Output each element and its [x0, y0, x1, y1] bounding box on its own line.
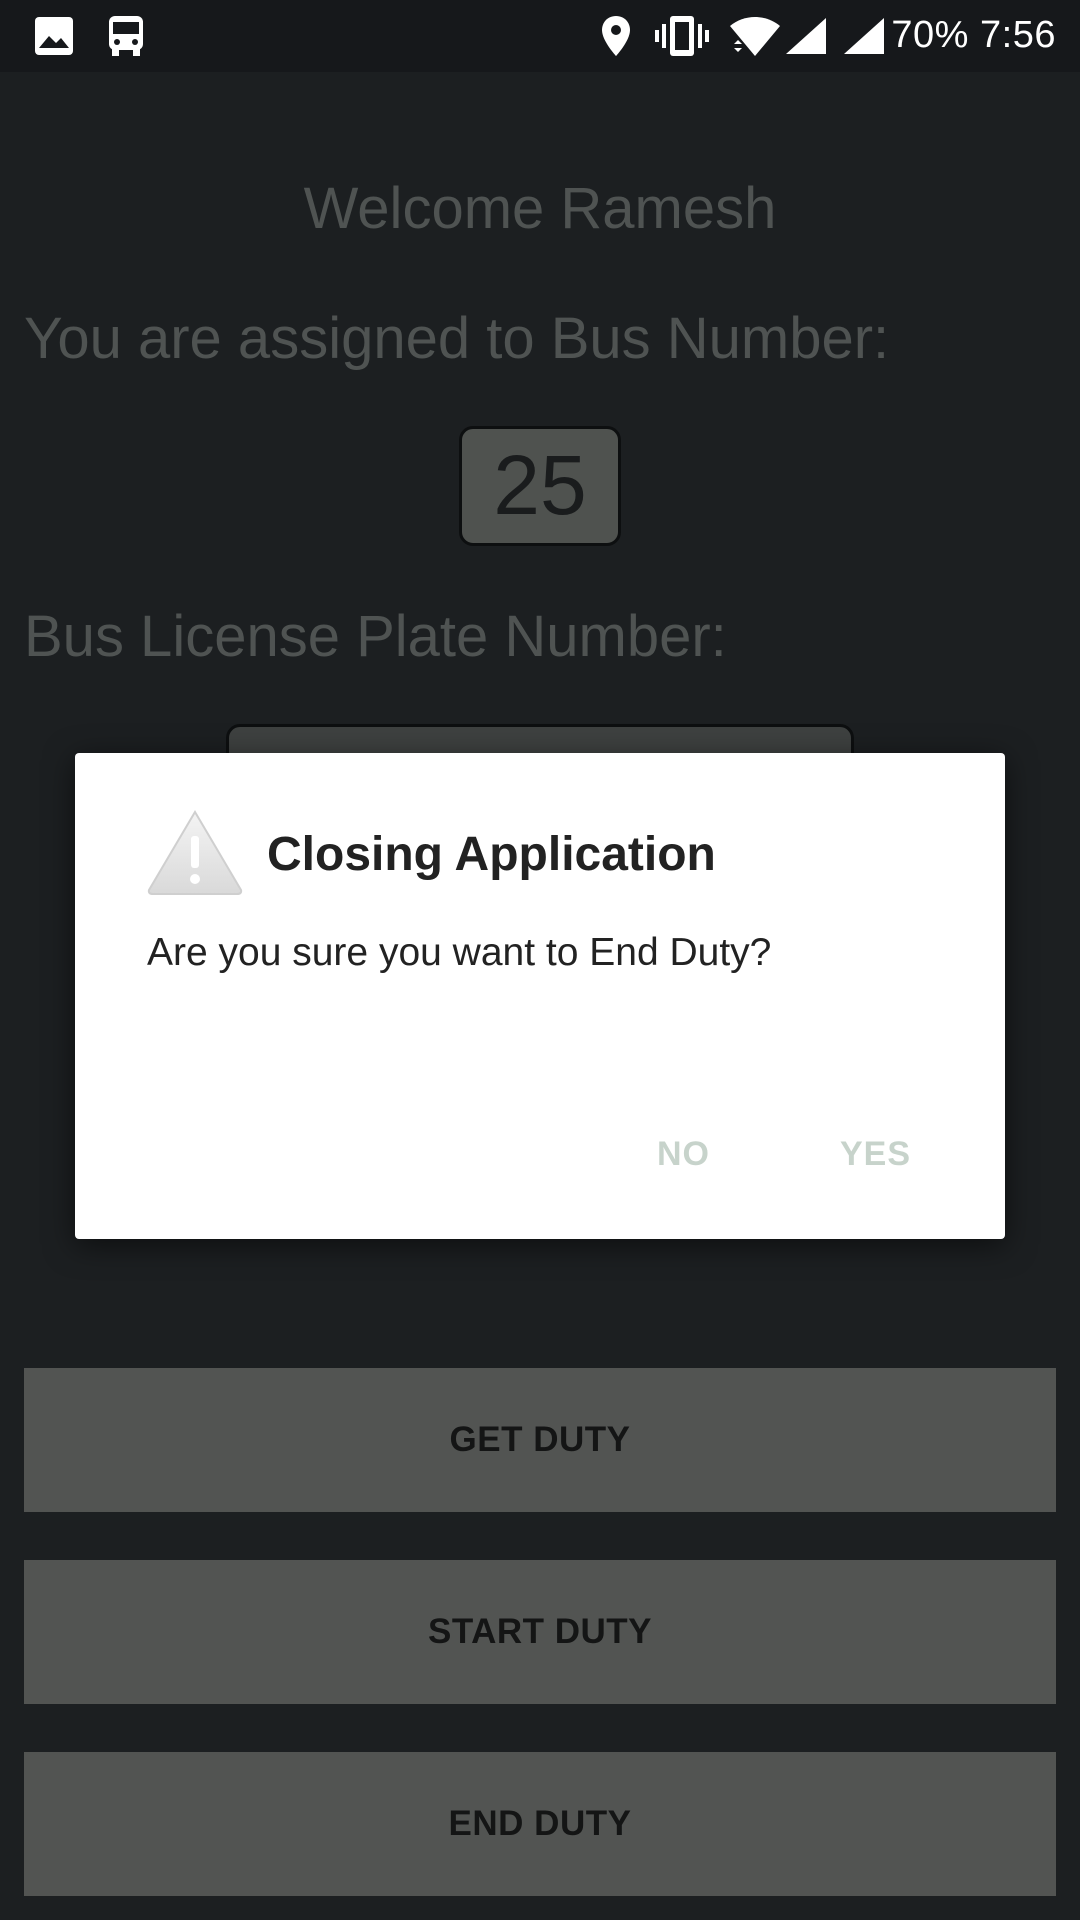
end-duty-button[interactable]: END DUTY: [24, 1752, 1056, 1896]
location-icon: [602, 16, 630, 56]
wifi-icon: [730, 17, 780, 56]
plate-label: Bus License Plate Number:: [24, 604, 727, 669]
dialog-title: Closing Application: [267, 828, 716, 881]
clock: 7:56: [980, 14, 1056, 56]
signal-icon: [844, 18, 884, 54]
welcome-text: Welcome Ramesh: [303, 176, 777, 241]
bus-number-field: 25: [459, 426, 621, 546]
bus-icon: [109, 16, 143, 56]
dialog-message: Are you sure you want to End Duty?: [147, 931, 772, 974]
start-duty-button[interactable]: START DUTY: [24, 1560, 1056, 1704]
image-icon: [35, 17, 73, 55]
screen: 70% 7:56 Welcome Ramesh You are assigned…: [0, 0, 1080, 1920]
assigned-label: You are assigned to Bus Number:: [24, 306, 890, 371]
yes-button[interactable]: YES: [840, 1135, 911, 1174]
vibrate-icon: [655, 16, 709, 56]
battery-percent: 70%: [891, 14, 969, 56]
signal-icon: [786, 18, 826, 54]
warning-icon: [147, 810, 243, 895]
get-duty-button[interactable]: GET DUTY: [24, 1368, 1056, 1512]
confirm-dialog: Closing Application Are you sure you wan…: [75, 753, 1005, 1239]
status-battery-time: 70% 7:56: [891, 14, 1056, 57]
status-bar: 70% 7:56: [0, 0, 1080, 72]
no-button[interactable]: NO: [657, 1135, 710, 1174]
